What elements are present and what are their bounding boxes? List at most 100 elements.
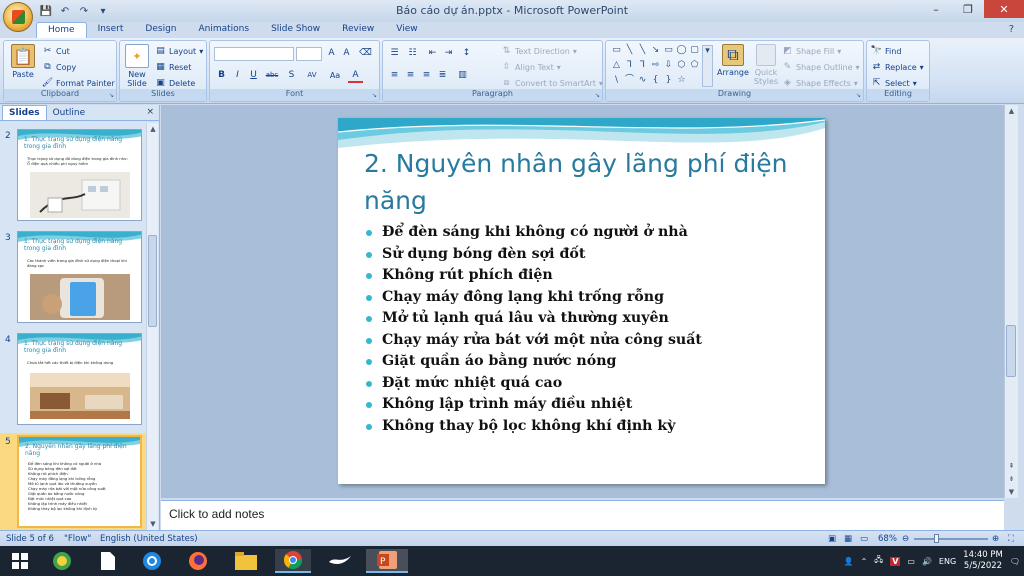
next-slide-icon[interactable]: ⇟ [1005,473,1018,485]
bird-app-icon[interactable] [322,549,358,573]
connector-shape-icon[interactable]: ⅂ [637,60,648,71]
slides-panel-scrollbar[interactable]: ▲ ▼ [146,123,158,530]
scroll-down-icon[interactable]: ▼ [147,518,159,530]
justify-icon[interactable]: ≣ [435,69,450,83]
shrink-font-icon[interactable]: A [339,47,354,61]
line-shape-icon[interactable]: ╲ [624,45,635,56]
align-right-icon[interactable]: ≡ [419,69,434,83]
file-icon[interactable] [90,549,126,573]
new-slide-button[interactable]: ✦ New Slide [123,44,151,88]
arrow-shape-icon[interactable]: ↘ [650,45,661,56]
zoom-slider[interactable] [914,538,988,540]
brace-shape-icon[interactable]: \ [611,75,622,86]
font-launcher-icon[interactable]: ↘ [372,92,377,99]
delete-slide-button[interactable]: ▣ Delete [155,76,195,90]
italic-button[interactable]: I [230,69,245,83]
align-center-icon[interactable]: ≡ [403,69,418,83]
columns-icon[interactable]: ▥ [455,69,470,83]
layout-button[interactable]: ▤ Layout ▾ [155,44,203,58]
right-brace-shape-icon[interactable]: } [663,75,674,86]
align-left-icon[interactable]: ≡ [387,69,402,83]
star-shape-icon[interactable]: ☆ [676,75,687,86]
tab-design[interactable]: Design [134,22,187,38]
prev-slide-icon[interactable]: ⇞ [1005,460,1018,472]
format-painter-button[interactable]: 🖌 Format Painter [42,76,115,90]
scroll-down-icon[interactable]: ▼ [1005,486,1018,498]
char-spacing-button[interactable]: AV [302,69,322,83]
font-color-button[interactable]: A [348,69,363,83]
textbox-shape-icon[interactable]: ▭ [611,45,622,56]
scroll-thumb[interactable] [148,235,157,327]
tab-view[interactable]: View [385,22,428,38]
ime-indicator[interactable]: ENG [939,557,956,566]
show-hidden-icon[interactable]: ⌃ [861,557,868,566]
text-direction-button[interactable]: ⇅ Text Direction ▾ [501,44,577,58]
zoom-level[interactable]: 68% [878,534,897,544]
paragraph-launcher-icon[interactable]: ↘ [595,92,600,99]
quick-styles-button[interactable]: Quick Styles [752,44,780,86]
battery-icon[interactable]: ▭ [907,557,915,566]
slide-thumbnail-3[interactable]: 3 1. Thực trạng sử dụng điện năng trong … [0,229,146,323]
line-spacing-icon[interactable]: ↕ [459,47,474,61]
slide-thumbnail-4[interactable]: 4 1. Thực trạng sử dụng điện năng trong … [0,331,146,425]
copy-button[interactable]: ⧉ Copy [42,60,76,74]
browser-blue-icon[interactable] [134,549,170,573]
office-button[interactable] [3,2,33,32]
firefox-icon[interactable] [180,549,216,573]
zoom-out-icon[interactable]: ⊖ [902,534,909,544]
down-arrow-shape-icon[interactable]: ⇩ [663,60,674,71]
close-button[interactable]: ✕ [984,0,1024,18]
triangle-shape-icon[interactable]: △ [611,60,622,71]
slideshow-view-icon[interactable]: ▭ [860,534,868,544]
font-name-combo[interactable] [214,47,294,61]
pentagon-shape-icon[interactable]: ⬠ [689,60,700,71]
language-status[interactable]: English (United States) [100,534,198,544]
zoom-in-icon[interactable]: ⊕ [992,534,999,544]
scroll-thumb[interactable] [1006,325,1016,377]
people-icon[interactable]: 👤 [844,557,854,566]
rounded-rect-shape-icon[interactable]: ▢ [689,45,700,56]
slide-bullet-list[interactable]: Để đèn sáng khi không có người ở nhà Sử … [364,222,702,437]
fit-to-window-icon[interactable]: ⛶ [1008,534,1014,544]
panel-close-icon[interactable]: × [146,107,154,117]
restore-button[interactable]: ❐ [952,0,984,18]
select-button[interactable]: ⇱ Select ▾ [871,76,917,90]
windows-start-icon[interactable] [2,549,38,573]
replace-button[interactable]: ⇄ Replace ▾ [871,60,924,74]
normal-view-icon[interactable]: ▣ [828,534,836,544]
left-brace-shape-icon[interactable]: { [650,75,661,86]
slide-sorter-icon[interactable]: ▦ [844,534,852,544]
shape-fill-button[interactable]: ◩ Shape Fill ▾ [782,44,841,58]
shape-outline-button[interactable]: ✎ Shape Outline ▾ [782,60,860,74]
tab-home[interactable]: Home [36,22,87,38]
clear-format-icon[interactable]: ⌫ [358,47,373,61]
powerpoint-icon[interactable]: P [366,549,408,573]
scroll-up-icon[interactable]: ▲ [1005,105,1018,117]
clock[interactable]: 14:40 PM 5/5/2022 [963,550,1003,572]
oval-shape-icon[interactable]: ◯ [676,45,687,56]
minimize-button[interactable]: – [920,0,952,18]
drawing-launcher-icon[interactable]: ↘ [856,92,861,99]
antivirus-icon[interactable]: V [890,556,901,566]
editor-scrollbar[interactable]: ▲ ⇞ ⇟ ▼ [1004,105,1018,498]
curve-shape-icon[interactable]: ⌒ [624,75,635,86]
network-icon[interactable]: 🖧 [874,554,883,568]
right-arrow-shape-icon[interactable]: ⇨ [650,60,661,71]
decrease-indent-icon[interactable]: ⇤ [425,47,440,61]
more-shapes-icon[interactable]: ▾ [702,45,713,87]
tab-outline[interactable]: Outline [47,106,92,120]
clipboard-launcher-icon[interactable]: ↘ [109,92,114,99]
change-case-button[interactable]: Aa [326,69,344,83]
convert-smartart-button[interactable]: ⧈ Convert to SmartArt ▾ [501,76,603,90]
tab-insert[interactable]: Insert [87,22,135,38]
underline-button[interactable]: U [246,69,261,83]
shape-effects-button[interactable]: ◈ Shape Effects ▾ [782,76,858,90]
slide-thumbnail-2[interactable]: 2 1. Thực trạng sử dụng điện năng trong … [0,127,146,221]
line2-shape-icon[interactable]: ╲ [637,45,648,56]
current-slide[interactable]: 2. Nguyên nhân gây lãng phí điện năng Để… [338,118,825,484]
arrange-button[interactable]: ⧉ Arrange [716,44,750,77]
reset-button[interactable]: ▦ Reset [155,60,191,74]
rect-shape-icon[interactable]: ▭ [663,45,674,56]
numbering-icon[interactable]: ☷ [405,47,420,61]
paste-button[interactable]: 📋 Paste [8,44,38,79]
